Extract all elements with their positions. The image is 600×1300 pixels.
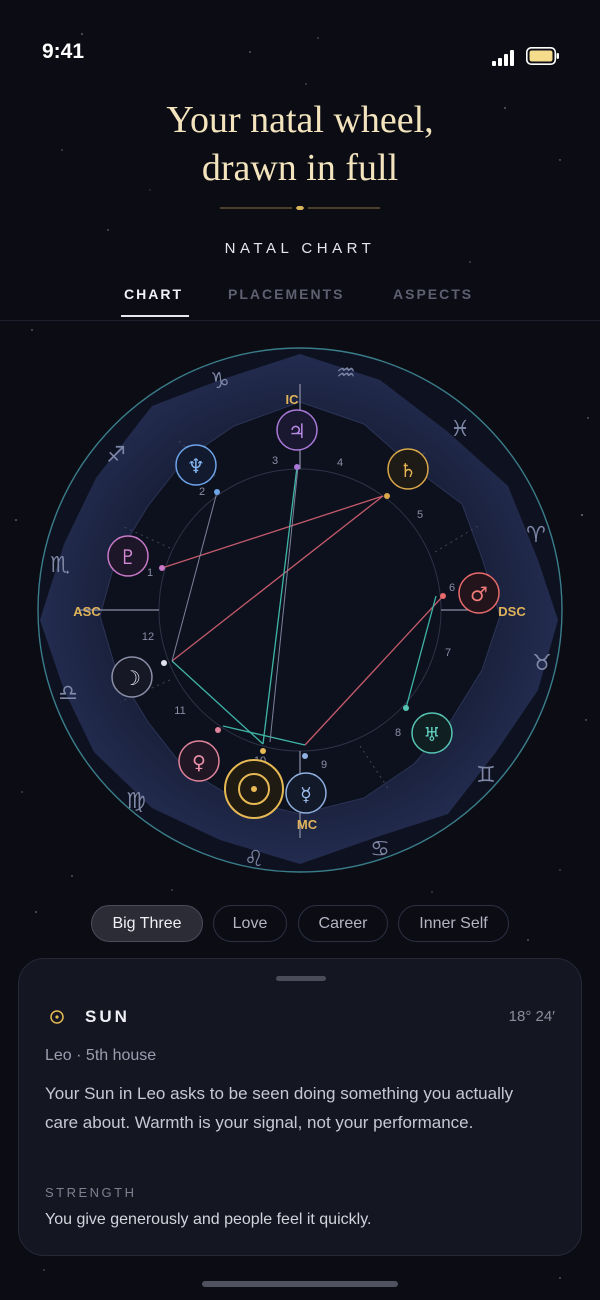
libra-icon: ♎ <box>58 681 78 706</box>
planet-detail-sheet: SUN 18° 24′ Leo · 5th house Your Sun in … <box>18 958 582 1256</box>
strength-label: STRENGTH <box>45 1185 137 1200</box>
tab-chart[interactable]: CHART <box>124 286 183 302</box>
asc-label: ASC <box>73 604 101 619</box>
section-subtitle: NATAL CHART <box>224 240 376 257</box>
filter-big-three[interactable]: Big Three <box>91 905 203 942</box>
jupiter-icon: ♃ <box>288 419 306 443</box>
virgo-icon: ♍ <box>126 789 146 814</box>
venus-planet-button[interactable]: ♀ <box>178 740 220 782</box>
house-7-number: 7 <box>445 647 451 659</box>
house-6-number: 6 <box>449 582 455 594</box>
mars-planet-button[interactable]: ♂ <box>458 572 500 614</box>
sagittarius-icon: ♐ <box>106 443 126 468</box>
page-title-line-1: Your natal wheel, <box>166 99 434 141</box>
cancer-icon: ♋ <box>370 837 390 862</box>
moon-icon: ☽ <box>123 666 141 690</box>
tab-active-indicator <box>121 315 189 317</box>
house-12-number: 12 <box>142 631 154 643</box>
tab-aspects[interactable]: ASPECTS <box>393 286 473 302</box>
venus-icon: ♀ <box>192 752 206 774</box>
house-8-number: 8 <box>395 727 401 739</box>
mc-label: MC <box>297 817 318 832</box>
house-4-number: 4 <box>337 457 343 469</box>
ic-label: IC <box>286 392 300 407</box>
mars-icon: ♂ <box>470 582 488 606</box>
house-3-number: 3 <box>272 455 278 467</box>
tab-bar: CHART PLACEMENTS ASPECTS <box>0 286 600 321</box>
house-5-number: 5 <box>417 509 423 521</box>
house-9-number: 9 <box>321 759 327 771</box>
capricorn-icon: ♑ <box>210 369 230 394</box>
saturn-planet-button[interactable]: ♄ <box>387 448 429 490</box>
scorpio-icon: ♏ <box>50 553 70 578</box>
filter-inner-self[interactable]: Inner Self <box>398 905 509 942</box>
planet-position: Leo · 5th house <box>45 1047 157 1064</box>
page-title: Your natal wheel, drawn in full <box>0 96 600 192</box>
house-1-number: 1 <box>147 567 153 579</box>
dsc-label: DSC <box>498 604 526 619</box>
cellular-signal-icon <box>492 48 516 66</box>
planet-degree: 18° 24′ <box>508 1008 555 1025</box>
filter-chips: Big Three Love Career Inner Self <box>0 905 600 945</box>
sun-planet-button[interactable] <box>224 759 284 819</box>
tab-placements[interactable]: PLACEMENTS <box>228 286 344 302</box>
gemini-icon: ♊ <box>476 763 496 788</box>
mercury-planet-button[interactable]: ☿ <box>285 772 327 814</box>
filter-career[interactable]: Career <box>298 905 388 942</box>
neptune-planet-button[interactable]: ♆ <box>175 444 217 486</box>
uranus-icon: ♅ <box>423 724 440 746</box>
page-title-line-2: drawn in full <box>201 147 399 189</box>
diamond-icon <box>295 206 305 210</box>
mercury-icon: ☿ <box>300 784 312 806</box>
planet-name: SUN <box>85 1007 130 1026</box>
pluto-planet-button[interactable]: ♇ <box>107 535 149 577</box>
strength-text: You give generously and people feel it q… <box>45 1211 372 1228</box>
home-indicator[interactable] <box>202 1281 398 1287</box>
moon-planet-button[interactable]: ☽ <box>111 656 153 698</box>
status-bar: 9:41 <box>0 0 600 100</box>
natal-wheel[interactable]: ♑ ♒ ♓ ♈ ♉ ♊ ♋ ♌ ♍ ♎ ♏ ♐ ASC DSC IC MC 1 … <box>30 340 570 880</box>
leo-icon: ♌ <box>244 847 264 872</box>
ornament-divider <box>220 206 380 210</box>
planet-description: Your Sun in Leo asks to be seen doing so… <box>45 1084 514 1132</box>
status-time: 9:41 <box>42 40 85 63</box>
pluto-icon: ♇ <box>119 545 137 569</box>
aries-icon: ♈ <box>526 523 546 548</box>
uranus-planet-button[interactable]: ♅ <box>411 712 453 754</box>
jupiter-planet-button[interactable]: ♃ <box>276 409 318 451</box>
battery-icon <box>526 47 559 65</box>
house-11-number: 11 <box>174 705 185 717</box>
house-2-number: 2 <box>199 486 205 498</box>
filter-love[interactable]: Love <box>213 905 287 942</box>
saturn-icon: ♄ <box>399 460 416 482</box>
neptune-icon: ♆ <box>187 454 205 478</box>
sun-icon <box>50 1010 64 1024</box>
pisces-icon: ♓ <box>450 417 470 442</box>
taurus-icon: ♉ <box>532 651 552 676</box>
aquarius-icon: ♒ <box>336 361 356 386</box>
sheet-drag-handle[interactable] <box>276 976 326 981</box>
